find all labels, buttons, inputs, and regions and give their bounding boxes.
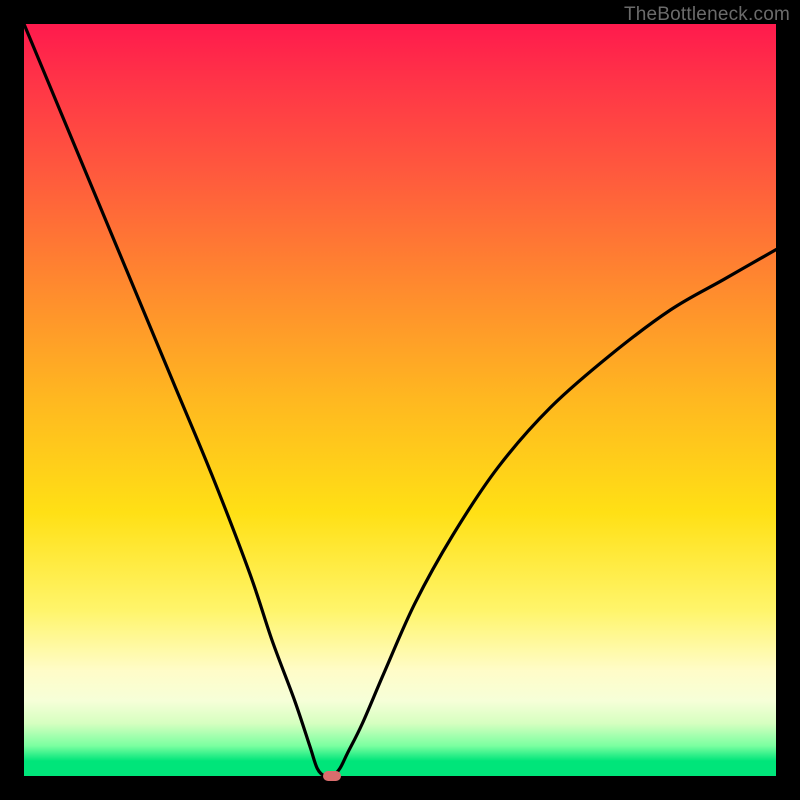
watermark-text: TheBottleneck.com: [624, 4, 790, 26]
plot-area: [24, 24, 776, 776]
chart-frame: TheBottleneck.com: [0, 0, 800, 800]
bottleneck-curve: [24, 24, 776, 776]
optimal-point-marker: [323, 771, 341, 781]
